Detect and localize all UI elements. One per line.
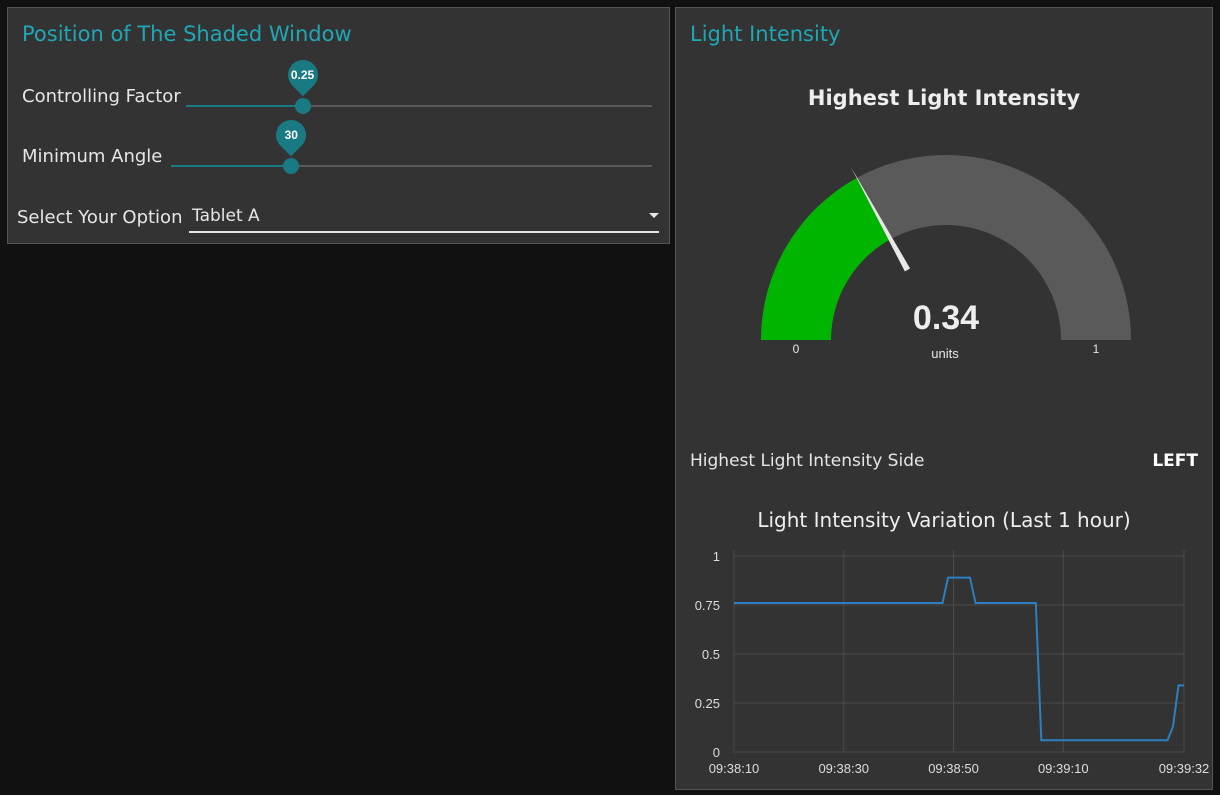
panel-title: Light Intensity <box>690 22 841 46</box>
y-tick-label: 0.25 <box>695 696 720 711</box>
gauge-max-label: 1 <box>1093 342 1100 356</box>
gauge-units: units <box>931 346 959 361</box>
chart-title: Light Intensity Variation (Last 1 hour) <box>757 508 1131 532</box>
gauge-value: 0.34 <box>913 299 979 337</box>
y-tick-label: 0.75 <box>695 598 720 613</box>
y-tick-label: 1 <box>713 549 720 564</box>
chart-x-axis: 09:38:10 09:38:30 09:38:50 09:39:10 09:39:32 <box>709 761 1210 776</box>
intensity-side-value: LEFT <box>1152 451 1198 471</box>
option-select-value: Tablet A <box>192 206 260 226</box>
chart-series-line <box>734 576 1184 742</box>
x-tick-label: 09:38:50 <box>928 761 979 776</box>
slider-value-text: 30 <box>284 128 298 142</box>
y-tick-label: 0 <box>713 745 720 760</box>
controlling-factor-label: Controlling Factor <box>22 86 181 107</box>
option-select[interactable]: Tablet A <box>189 201 659 233</box>
chart-grid <box>733 550 1185 753</box>
slider-value-pin: 30 <box>270 113 313 157</box>
panel-title: Position of The Shaded Window <box>22 22 352 46</box>
caret-down-icon[interactable] <box>649 213 659 218</box>
controlling-factor-slider[interactable]: 0.25 <box>186 53 652 114</box>
slider-value-text: 0.25 <box>290 68 315 82</box>
x-tick-label: 09:38:10 <box>709 761 760 776</box>
light-intensity-chart: 00.250.50.751 09:38:10 09:38:30 09:38:50 09… <box>695 549 1210 776</box>
light-intensity-gauge: 0.34 units 0 1 <box>761 155 1131 361</box>
y-tick-label: 0.5 <box>702 647 720 662</box>
slider-value-pin: 0.25 <box>281 53 324 97</box>
gauge-title: Highest Light Intensity <box>807 86 1081 110</box>
gauge-min-label: 0 <box>793 342 800 356</box>
x-tick-label: 09:38:30 <box>818 761 869 776</box>
option-select-label: Select Your Option <box>17 207 183 228</box>
x-tick-label: 09:39:32 <box>1159 761 1210 776</box>
minimum-angle-slider[interactable]: 30 <box>171 113 652 174</box>
light-intensity-panel: Light Intensity Highest Light Intensity … <box>675 7 1213 790</box>
chart-y-axis: 0 0.25 0.5 0.75 1 <box>695 549 720 760</box>
slider-thumb[interactable] <box>283 158 300 174</box>
x-tick-label: 09:39:10 <box>1038 761 1089 776</box>
window-position-panel: Position of The Shaded Window Controllin… <box>7 7 670 244</box>
intensity-side-label: Highest Light Intensity Side <box>690 451 925 471</box>
slider-fill <box>171 165 292 167</box>
slider-thumb[interactable] <box>294 98 311 114</box>
slider-fill <box>186 105 303 107</box>
minimum-angle-label: Minimum Angle <box>22 146 163 167</box>
